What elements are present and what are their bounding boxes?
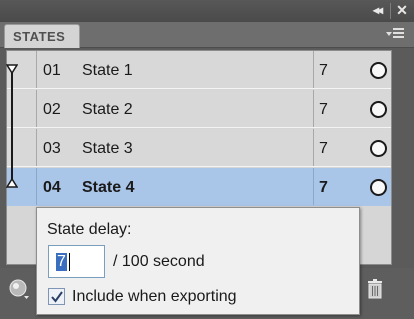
state-name: State 2 [82, 101, 133, 118]
circle-icon[interactable] [370, 140, 387, 157]
include-when-exporting-label[interactable]: Include when exporting [72, 288, 237, 306]
text-caret [69, 253, 70, 271]
circle-icon[interactable] [370, 101, 387, 118]
state-name: State 4 [82, 179, 135, 196]
trash-icon[interactable] [366, 278, 384, 300]
tab-strip: STATES [0, 22, 414, 48]
state-number: 01 [43, 62, 61, 79]
state-row-3[interactable]: 03 State 3 7 [7, 129, 391, 167]
onion-skin-start-icon[interactable] [6, 64, 18, 74]
state-delay-label: State delay: [47, 221, 132, 238]
state-row-1[interactable]: 01 State 1 7 [7, 51, 391, 89]
close-icon[interactable]: ✕ [394, 3, 410, 18]
state-delay: 7 [319, 179, 328, 196]
state-name: State 1 [82, 62, 133, 79]
state-delay-input[interactable]: 7 [48, 245, 105, 278]
state-delay: 7 [319, 140, 328, 157]
checkmark-icon [51, 291, 63, 303]
add-state-icon[interactable] [8, 278, 30, 300]
state-number: 04 [43, 179, 61, 196]
tab-states-label: STATES [13, 29, 66, 44]
state-row-4[interactable]: 04 State 4 7 [7, 168, 391, 206]
state-delay-value: 7 [56, 253, 67, 271]
circle-icon[interactable] [370, 62, 387, 79]
state-delay-popup: State delay: 7 / 100 second Include when… [36, 207, 360, 315]
tab-states[interactable]: STATES [4, 24, 80, 48]
state-number: 03 [43, 140, 61, 157]
onion-skin-range-line [11, 68, 13, 186]
titlebar-divider [390, 3, 391, 19]
state-name: State 3 [82, 140, 133, 157]
panel-titlebar: ◂◂ ✕ [0, 0, 414, 22]
state-row-2[interactable]: 02 State 2 7 [7, 90, 391, 128]
state-number: 02 [43, 101, 61, 118]
panel-menu-icon[interactable] [386, 27, 406, 41]
collapse-icon[interactable]: ◂◂ [368, 3, 386, 18]
states-panel: ◂◂ ✕ STATES 01 State 1 7 02 State 2 7 03… [0, 0, 414, 319]
state-delay: 7 [319, 101, 328, 118]
state-delay-unit: / 100 second [113, 253, 205, 270]
include-when-exporting-checkbox[interactable] [48, 288, 65, 305]
state-delay: 7 [319, 62, 328, 79]
onion-skin-end-icon[interactable] [6, 178, 18, 188]
circle-icon[interactable] [370, 179, 387, 196]
